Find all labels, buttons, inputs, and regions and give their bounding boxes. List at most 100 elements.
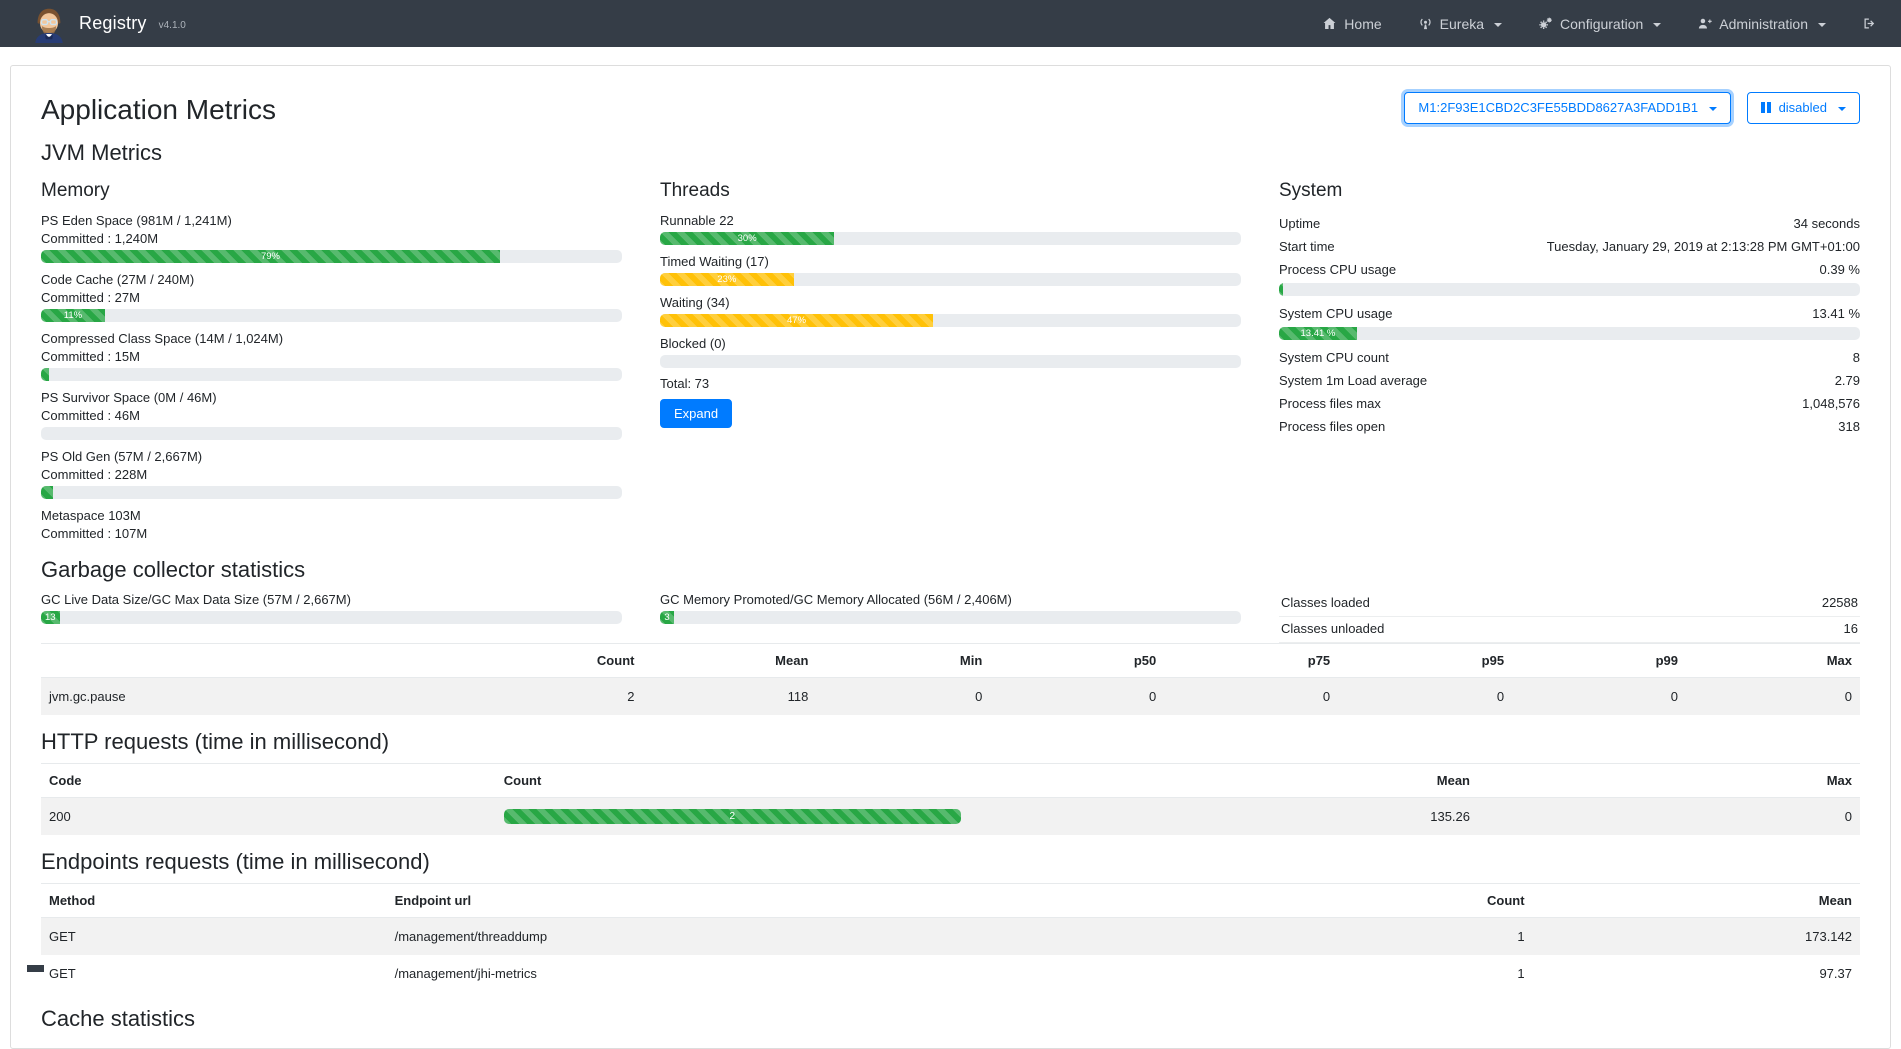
nav-item-label: Administration (1719, 16, 1808, 32)
memory-title: Memory (41, 180, 622, 202)
progress-label: 13.41 % (1301, 328, 1336, 339)
nav-item-configuration[interactable]: Configuration (1538, 16, 1661, 32)
nav-item-label: Home (1344, 16, 1381, 32)
memory-section: Memory PS Eden Space (981M / 1,241M) Com… (41, 174, 622, 543)
nav-item-label: Configuration (1560, 16, 1643, 32)
gears-icon (1538, 16, 1553, 31)
system-section: System Uptime 34 seconds Start time Tues… (1279, 174, 1860, 543)
cache-statistics-title: Cache statistics (41, 1006, 1860, 1032)
system-row: System CPU usage 13.41 % (1279, 302, 1860, 325)
progress-track: 30% (660, 232, 1241, 245)
progress-track: 13.41 % (1279, 327, 1860, 340)
gc-col-p95: p95 (1338, 644, 1512, 678)
endpoint-url: /management/jhi-metrics (387, 955, 1151, 992)
progress-label: 23% (717, 274, 736, 285)
chevron-down-icon (1838, 107, 1846, 111)
metric-committed: Committed : 46M (41, 407, 622, 424)
system-row-value: 318 (1838, 418, 1860, 435)
metric-committed: Committed : 1,240M (41, 230, 622, 247)
gc-metric-name: jvm.gc.pause (41, 678, 469, 716)
progress-track (41, 486, 622, 499)
metric-committed: Committed : 228M (41, 466, 622, 483)
endpoint-method: GET (41, 955, 387, 992)
system-row: Process CPU usage 0.39 % (1279, 258, 1860, 281)
metric-name: Compressed Class Space (14M / 1,024M) (41, 330, 622, 347)
refresh-state-dropdown[interactable]: disabled (1747, 92, 1860, 124)
gc-table-row: jvm.gc.pause 2 118 0 0 0 0 0 0 (41, 678, 1860, 716)
nav-item-home[interactable]: Home (1322, 16, 1381, 32)
navbar: Registry v4.1.0 Home Eureka Configuratio… (0, 0, 1901, 47)
thread-metric: Runnable 22 30% (660, 212, 1241, 245)
system-row: System CPU count 8 (1279, 346, 1860, 369)
gc-columns: GC Live Data Size/GC Max Data Size (57M … (41, 591, 1860, 643)
expand-button[interactable]: Expand (660, 399, 732, 428)
endpoints-col-count: Count (1151, 884, 1533, 918)
http-max: 0 (1478, 798, 1860, 836)
gc-metrics-table: Count Mean Min p50 p75 p95 p99 Max jvm.g… (41, 643, 1860, 715)
footer-cutoff-strip (27, 965, 44, 972)
classes-label: Classes loaded (1281, 595, 1370, 610)
system-title: System (1279, 180, 1860, 202)
gc-metric-max: 0 (1686, 678, 1860, 716)
endpoint-url: /management/threaddump (387, 918, 1151, 956)
system-row-label: Uptime (1279, 215, 1320, 232)
chevron-down-icon (1653, 23, 1661, 27)
endpoint-mean: 173.142 (1533, 918, 1860, 956)
gc-live-data: GC Live Data Size/GC Max Data Size (57M … (41, 591, 622, 643)
endpoint-method: GET (41, 918, 387, 956)
progress-track (1279, 283, 1860, 296)
progress-track (660, 355, 1241, 368)
jvm-metrics-title: JVM Metrics (41, 140, 1860, 166)
progress-fill: 11% (41, 309, 105, 322)
gc-bar-name: GC Memory Promoted/GC Memory Allocated (… (660, 591, 1241, 608)
http-col-code: Code (41, 764, 496, 798)
metric-name: Runnable 22 (660, 212, 1241, 229)
gc-col-max: Max (1686, 644, 1860, 678)
endpoint-count: 1 (1151, 918, 1533, 956)
chevron-down-icon (1494, 23, 1502, 27)
progress-fill: 2 (504, 809, 961, 824)
instance-selector-dropdown[interactable]: M1:2F93E1CBD2C3FE55BDD8627A3FADD1B1 (1404, 92, 1731, 124)
gc-metric-mean: 118 (642, 678, 816, 716)
page-title: Application Metrics (41, 94, 276, 126)
chevron-down-icon (1818, 23, 1826, 27)
gc-metric-p95: 0 (1338, 678, 1512, 716)
jhipster-avatar-icon (30, 5, 68, 43)
gc-col-p75: p75 (1164, 644, 1338, 678)
progress-track (41, 368, 622, 381)
gc-col-p50: p50 (990, 644, 1164, 678)
metric-name: Code Cache (27M / 240M) (41, 271, 622, 288)
system-row-value: 0.39 % (1820, 261, 1860, 278)
progress-fill: 23% (660, 273, 794, 286)
system-row-value: 34 seconds (1794, 215, 1861, 232)
metric-name: Timed Waiting (17) (660, 253, 1241, 270)
endpoint-count: 1 (1151, 955, 1533, 992)
progress-fill (41, 486, 53, 499)
system-row-label: Process files max (1279, 395, 1381, 412)
system-row-label: Process files open (1279, 418, 1385, 435)
http-code: 200 (41, 798, 496, 836)
metric-name: PS Survivor Space (0M / 46M) (41, 389, 622, 406)
nav-item-eureka[interactable]: Eureka (1418, 16, 1502, 32)
gc-metric-count: 2 (469, 678, 643, 716)
threads-title: Threads (660, 180, 1241, 202)
brand[interactable]: Registry v4.1.0 (30, 5, 186, 43)
progress-track: 3 (660, 611, 1241, 624)
classes-row: Classes unloaded 16 (1279, 617, 1860, 643)
endpoints-requests-title: Endpoints requests (time in millisecond) (41, 849, 1860, 875)
memory-metric: Compressed Class Space (14M / 1,024M) Co… (41, 330, 622, 381)
progress-label: 30% (738, 233, 757, 244)
brand-version: v4.1.0 (159, 20, 186, 31)
progress-fill (1279, 283, 1283, 296)
nav-item-logout[interactable] (1862, 16, 1877, 31)
pause-icon (1761, 102, 1771, 113)
http-table-header-row: Code Count Mean Max (41, 764, 1860, 798)
endpoints-col-url: Endpoint url (387, 884, 1151, 918)
system-row: Uptime 34 seconds (1279, 212, 1860, 235)
memory-metric: PS Eden Space (981M / 1,241M) Committed … (41, 212, 622, 263)
nav-item-administration[interactable]: Administration (1697, 16, 1826, 32)
http-requests-table: Code Count Mean Max 200 2 135.26 0 (41, 763, 1860, 835)
progress-track: 47% (660, 314, 1241, 327)
gc-metric-p50: 0 (990, 678, 1164, 716)
endpoints-table-header-row: Method Endpoint url Count Mean (41, 884, 1860, 918)
